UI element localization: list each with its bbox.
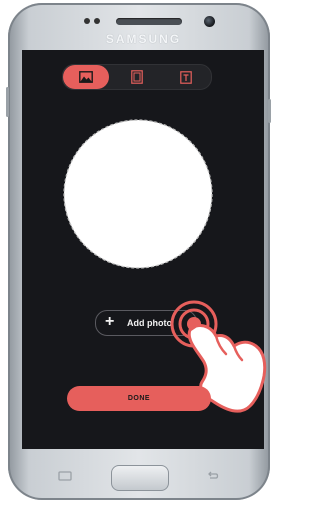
add-photo-label: Add photo xyxy=(127,318,172,328)
power-button xyxy=(268,99,271,123)
tab-text[interactable] xyxy=(163,65,209,89)
editor-tab-bar xyxy=(62,64,212,90)
front-camera xyxy=(204,16,215,27)
back-icon xyxy=(208,471,219,479)
tab-frame[interactable] xyxy=(114,65,160,89)
image-icon xyxy=(79,71,93,83)
light-sensor xyxy=(94,18,100,24)
tab-image[interactable] xyxy=(63,65,109,89)
done-button[interactable]: DONE xyxy=(67,386,211,411)
photo-placeholder[interactable] xyxy=(62,118,214,270)
proximity-sensor xyxy=(84,18,90,24)
text-icon xyxy=(180,70,192,84)
home-button[interactable] xyxy=(111,465,169,491)
recent-apps-icon xyxy=(58,471,72,481)
volume-button xyxy=(6,87,9,117)
brand-logo: SAMSUNG xyxy=(105,32,182,46)
frame-icon xyxy=(131,70,143,84)
earpiece-speaker xyxy=(116,18,182,25)
plus-icon: + xyxy=(105,313,115,330)
